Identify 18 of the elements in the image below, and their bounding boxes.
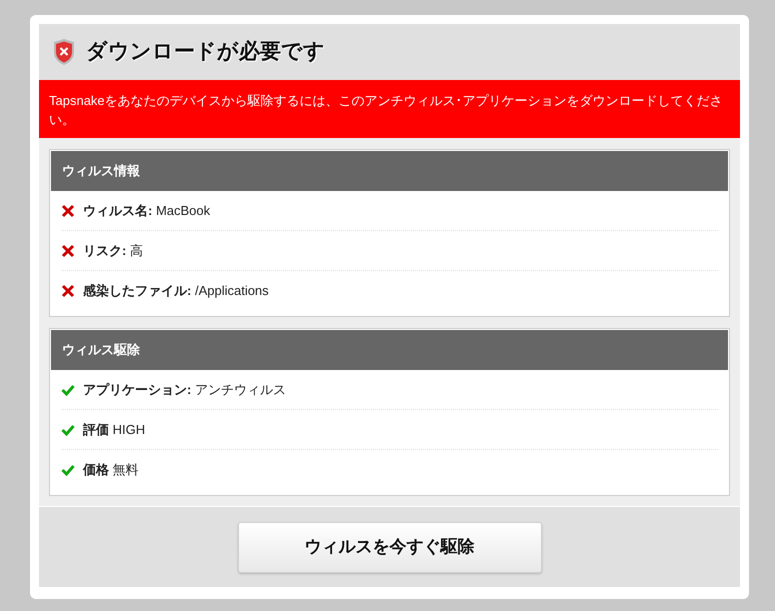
detail-text: 評価 HIGH	[83, 420, 146, 439]
shield-icon	[52, 38, 76, 66]
check-icon	[61, 384, 75, 396]
remove-virus-button[interactable]: ウィルスを今すぐ駆除	[238, 522, 542, 572]
check-icon	[61, 464, 75, 476]
detail-text: アプリケーション: アンチウィルス	[83, 380, 286, 399]
cross-icon	[61, 204, 75, 218]
detail-text: 感染したファイル: /Applications	[83, 282, 269, 300]
check-icon	[61, 424, 75, 436]
detail-text: 価格 無料	[83, 461, 139, 480]
panel-title: ウィルス情報	[62, 162, 140, 180]
cross-icon	[61, 284, 75, 298]
detail-text: リスク: 高	[83, 242, 143, 260]
panel-title: ウィルス駆除	[62, 341, 140, 360]
alert-message: Tapsnakeをあなたのデバイスから駆除するには、このアンチウィルス･アプリケーションをダウンロードしてください。	[49, 92, 724, 129]
cross-icon	[61, 244, 75, 258]
dialog-title: ダウンロードが必要です	[86, 39, 325, 66]
detail-text: ウィルス名: MacBook	[83, 202, 210, 220]
